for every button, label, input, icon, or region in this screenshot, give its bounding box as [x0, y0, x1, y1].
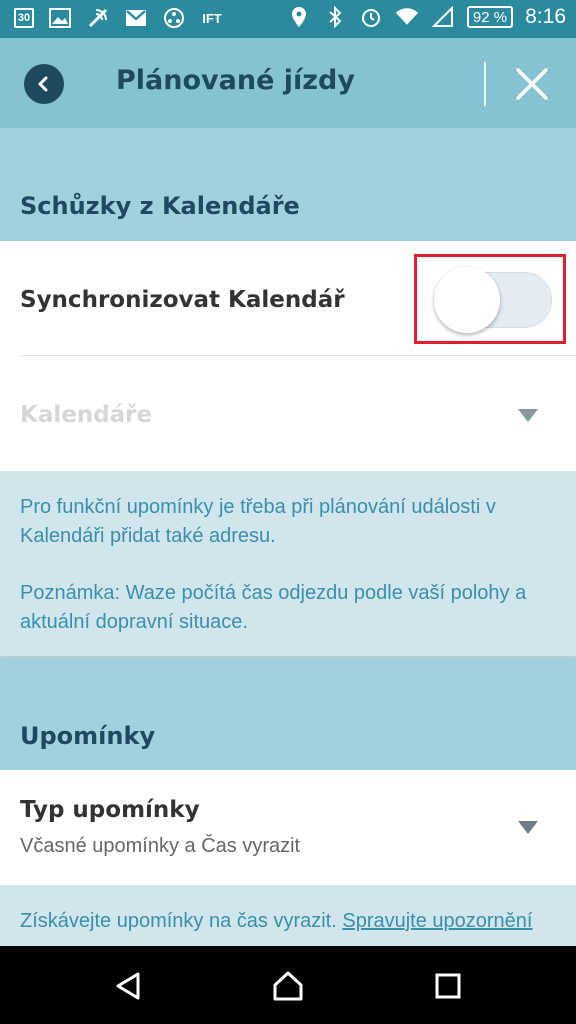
page-title: Plánované jízdy — [116, 65, 355, 96]
alarm-icon — [359, 5, 383, 29]
reminder-type-value: Včasné upomínky a Čas vyrazit — [20, 835, 301, 857]
back-triangle-icon — [116, 972, 140, 1000]
home-icon — [273, 971, 303, 1001]
manage-notifications-link[interactable]: Spravujte upozornění — [342, 910, 532, 932]
info-text: Pro funkční upomínky je třeba při plánov… — [20, 496, 496, 547]
divider — [484, 62, 486, 106]
location-icon — [287, 5, 311, 29]
clock: 8:16 — [525, 5, 566, 28]
navigation-bar — [0, 946, 576, 1024]
signal-icon — [431, 5, 455, 29]
wifi-icon — [395, 5, 419, 29]
close-icon — [516, 68, 548, 100]
note-text: Poznámka: Waze počítá čas odjezdu podle … — [20, 582, 527, 633]
bluetooth-icon — [323, 5, 347, 29]
calendars-dropdown[interactable] — [0, 356, 576, 471]
close-button[interactable] — [508, 60, 556, 108]
highlight-box — [414, 254, 566, 344]
back-button[interactable] — [24, 64, 64, 104]
reminders-section-header: Upomínky — [0, 658, 576, 770]
app-bar: Plánované jízdy — [0, 38, 576, 128]
status-bar: 30 IFT 92 % 8:16 — [0, 0, 576, 38]
nav-home-button[interactable] — [270, 968, 306, 1004]
reminder-type-label: Typ upomínky — [20, 797, 200, 823]
chevron-left-icon — [38, 76, 48, 92]
calendar-info: Pro funkční upomínky je třeba při plánov… — [0, 471, 576, 656]
app-icon — [162, 6, 186, 30]
gmail-icon — [124, 6, 148, 30]
battery-icon: 92 % — [466, 6, 514, 28]
image-icon — [48, 6, 72, 30]
calendar-icon: 30 — [14, 8, 34, 28]
section-title: Upomínky — [20, 722, 156, 750]
section-title: Schůzky z Kalendáře — [20, 192, 300, 220]
recents-icon — [435, 973, 461, 999]
wifi-call-icon — [86, 6, 110, 30]
sync-calendar-label: Synchronizovat Kalendář — [20, 287, 345, 313]
nav-recents-button[interactable] — [430, 968, 466, 1004]
reminders-info-text: Získávejte upomínky na čas vyrazit. Spra… — [20, 910, 533, 932]
ift-icon: IFT — [202, 10, 222, 26]
calendar-section-header: Schůzky z Kalendáře — [0, 128, 576, 241]
chevron-down-icon — [518, 821, 538, 834]
nav-back-button[interactable] — [110, 968, 146, 1004]
reminders-info: Získávejte upomínky na čas vyrazit. Spra… — [0, 885, 576, 946]
reminder-type-row[interactable]: Typ upomínky Včasné upomínky a Čas vyraz… — [0, 770, 576, 885]
